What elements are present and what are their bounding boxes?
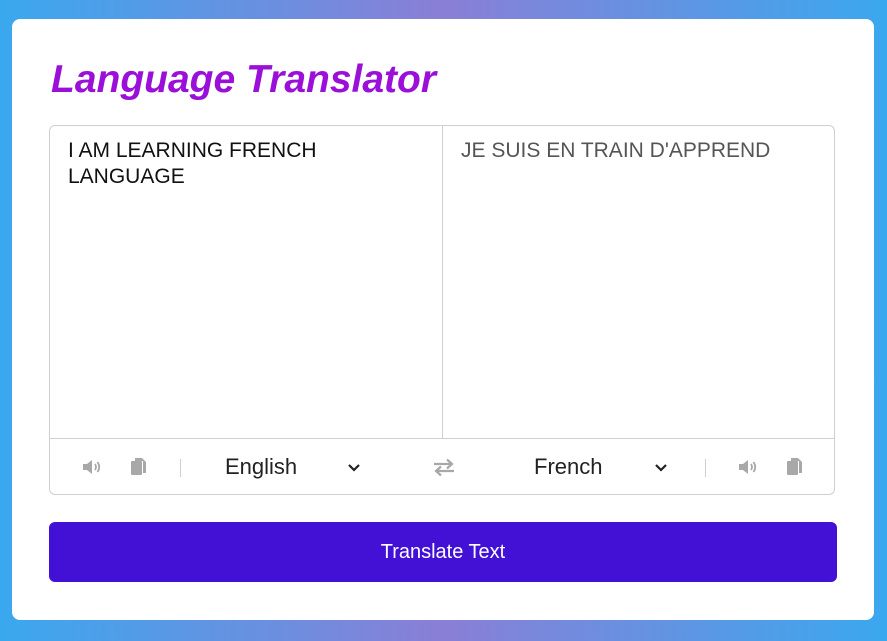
- translator-wrapper: I AM LEARNING FRENCH LANGUAGE JE SUIS EN…: [49, 125, 835, 495]
- exchange-icon[interactable]: [432, 457, 456, 477]
- translator-card: Language Translator I AM LEARNING FRENCH…: [12, 19, 874, 620]
- translate-button[interactable]: Translate Text: [49, 522, 837, 582]
- to-copy-icon[interactable]: [786, 457, 804, 477]
- to-speaker-icon[interactable]: [737, 457, 759, 477]
- from-speaker-icon[interactable]: [81, 457, 103, 477]
- from-divider: [180, 459, 181, 477]
- from-copy-icon[interactable]: [130, 457, 148, 477]
- to-divider: [705, 459, 706, 477]
- page-title: Language Translator: [51, 58, 437, 101]
- to-text-output[interactable]: JE SUIS EN TRAIN D'APPREND: [443, 126, 834, 438]
- text-input-row: I AM LEARNING FRENCH LANGUAGE JE SUIS EN…: [50, 126, 834, 439]
- from-text-input[interactable]: I AM LEARNING FRENCH LANGUAGE: [50, 126, 443, 438]
- to-language-label: French: [534, 454, 603, 479]
- to-chevron-down-icon: [654, 461, 668, 473]
- to-language-select[interactable]: French: [534, 447, 674, 487]
- controls-row: English French: [50, 439, 834, 494]
- from-language-select[interactable]: English: [225, 447, 365, 487]
- from-language-label: English: [225, 454, 298, 479]
- from-chevron-down-icon: [347, 461, 361, 473]
